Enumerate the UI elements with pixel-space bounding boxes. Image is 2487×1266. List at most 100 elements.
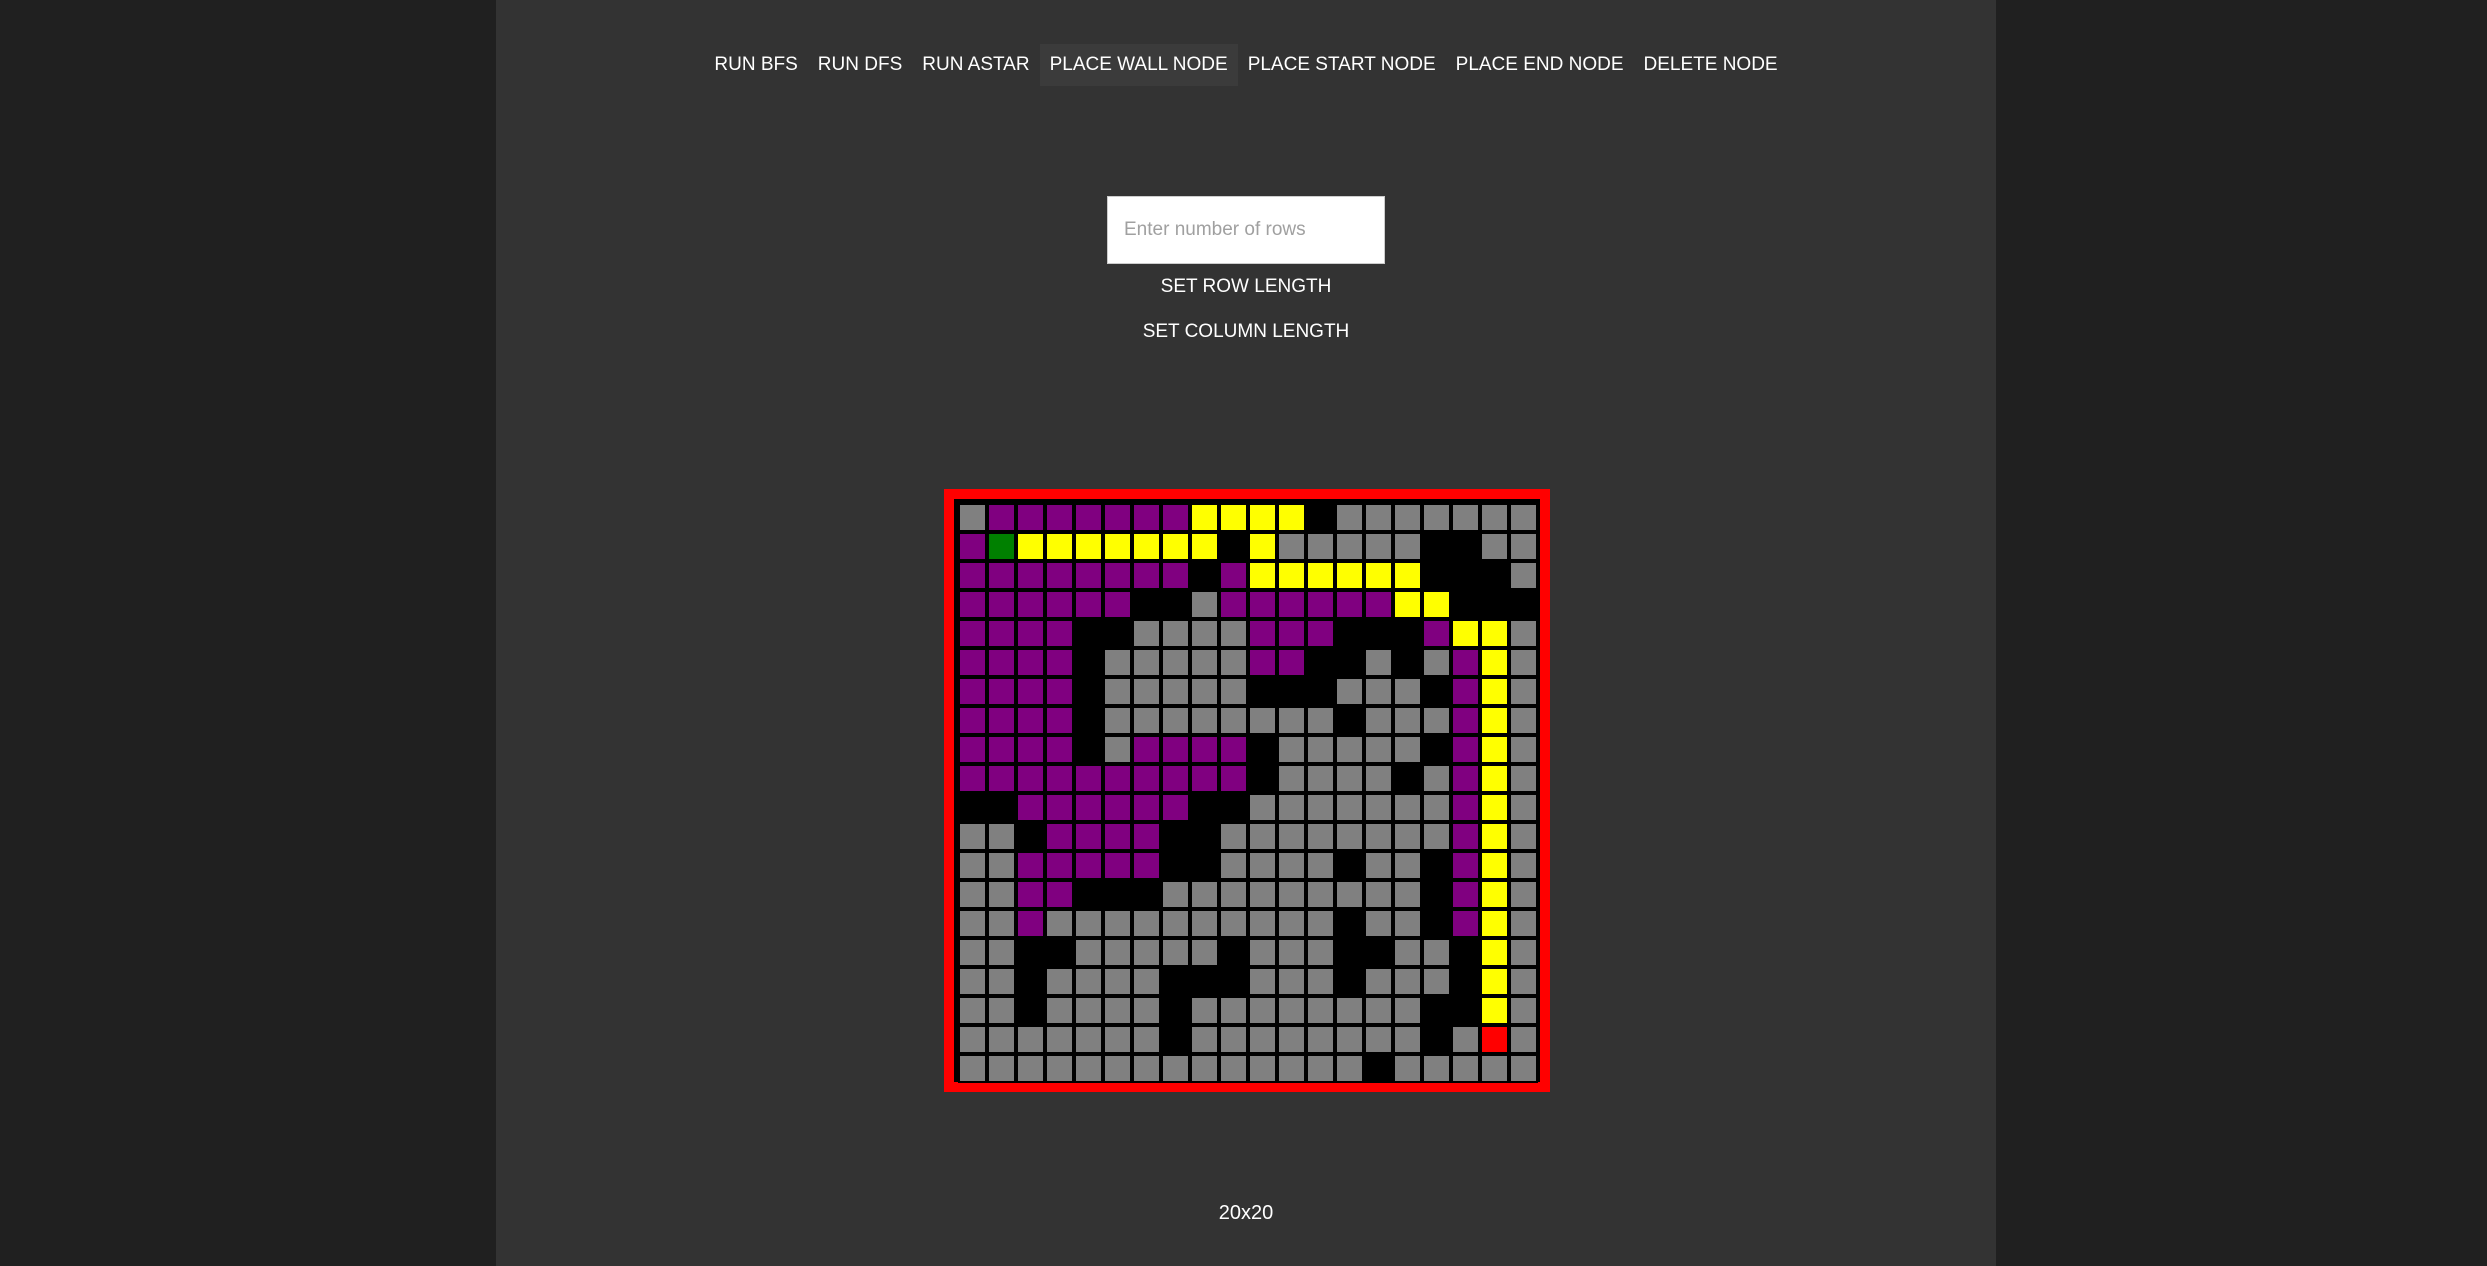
grid-cell-empty[interactable] (1306, 938, 1335, 967)
grid-cell-visited[interactable] (958, 532, 987, 561)
grid-cell-empty[interactable] (1509, 764, 1538, 793)
grid-cell-empty[interactable] (1248, 793, 1277, 822)
grid-cell-wall[interactable] (1161, 590, 1190, 619)
grid-cell-empty[interactable] (958, 909, 987, 938)
grid-cell-visited[interactable] (1451, 735, 1480, 764)
grid-cell-empty[interactable] (1074, 938, 1103, 967)
grid-cell-path[interactable] (1074, 532, 1103, 561)
grid-cell-empty[interactable] (1219, 909, 1248, 938)
set-column-length-button[interactable]: SET COLUMN LENGTH (496, 321, 1996, 343)
grid-cell-visited[interactable] (1103, 822, 1132, 851)
grid-cell-wall[interactable] (1190, 967, 1219, 996)
grid-cell-path[interactable] (1480, 909, 1509, 938)
grid-cell-path[interactable] (1480, 648, 1509, 677)
grid-cell-wall[interactable] (1219, 938, 1248, 967)
grid-cell-empty[interactable] (1132, 706, 1161, 735)
grid-cell-empty[interactable] (1161, 880, 1190, 909)
grid-cell-empty[interactable] (1277, 532, 1306, 561)
grid-cell-path[interactable] (1451, 619, 1480, 648)
grid-cell-empty[interactable] (1422, 503, 1451, 532)
grid-cell-empty[interactable] (1306, 706, 1335, 735)
grid-cell-visited[interactable] (1451, 677, 1480, 706)
grid-cell-wall[interactable] (1393, 764, 1422, 793)
grid-cell-empty[interactable] (1335, 764, 1364, 793)
grid-cell-path[interactable] (1480, 706, 1509, 735)
grid-cell-visited[interactable] (1451, 880, 1480, 909)
grid-cell-empty[interactable] (1364, 967, 1393, 996)
grid-cell-empty[interactable] (1161, 909, 1190, 938)
grid-cell-empty[interactable] (1016, 1054, 1045, 1083)
grid-cell-empty[interactable] (1364, 996, 1393, 1025)
grid-cell-empty[interactable] (1132, 1054, 1161, 1083)
grid-cell-visited[interactable] (1132, 764, 1161, 793)
grid-cell-empty[interactable] (1132, 909, 1161, 938)
grid-cell-visited[interactable] (1277, 619, 1306, 648)
grid-cell-empty[interactable] (1277, 735, 1306, 764)
grid-cell-empty[interactable] (1219, 996, 1248, 1025)
grid-cell-visited[interactable] (1422, 619, 1451, 648)
grid-cell-visited[interactable] (987, 648, 1016, 677)
grid-cell-empty[interactable] (1161, 1054, 1190, 1083)
grid-cell-wall[interactable] (1422, 851, 1451, 880)
grid-cell-empty[interactable] (1248, 880, 1277, 909)
grid-cell-path[interactable] (1045, 532, 1074, 561)
grid-cell-empty[interactable] (1277, 938, 1306, 967)
rows-input[interactable] (1107, 196, 1385, 264)
grid-cell-visited[interactable] (1045, 590, 1074, 619)
grid-cell-empty[interactable] (1103, 967, 1132, 996)
grid-cell-empty[interactable] (1509, 706, 1538, 735)
grid-cell-wall[interactable] (1364, 1054, 1393, 1083)
grid-cell-wall[interactable] (1016, 822, 1045, 851)
grid-cell-visited[interactable] (1451, 851, 1480, 880)
grid-cell-empty[interactable] (1219, 619, 1248, 648)
grid-cell-empty[interactable] (1045, 909, 1074, 938)
grid-cell-empty[interactable] (1132, 1025, 1161, 1054)
grid-cell-empty[interactable] (958, 996, 987, 1025)
grid-cell-wall[interactable] (1132, 880, 1161, 909)
grid-cell-empty[interactable] (1103, 996, 1132, 1025)
grid-cell-empty[interactable] (1306, 967, 1335, 996)
grid-cell-wall[interactable] (1248, 677, 1277, 706)
grid-cell-visited[interactable] (1045, 764, 1074, 793)
grid-cell-empty[interactable] (1190, 648, 1219, 677)
grid-cell-visited[interactable] (1219, 764, 1248, 793)
grid-cell-empty[interactable] (1103, 735, 1132, 764)
grid-cell-path[interactable] (1277, 561, 1306, 590)
grid-cell-visited[interactable] (1451, 793, 1480, 822)
grid-cell-visited[interactable] (1016, 619, 1045, 648)
grid-cell-visited[interactable] (1132, 503, 1161, 532)
grid-cell-empty[interactable] (1364, 851, 1393, 880)
grid-cell-wall[interactable] (1422, 561, 1451, 590)
grid-cell-visited[interactable] (1161, 793, 1190, 822)
grid-cell-path[interactable] (1480, 822, 1509, 851)
grid-cell-empty[interactable] (1422, 1054, 1451, 1083)
grid-cell-wall[interactable] (1335, 938, 1364, 967)
grid-cell-empty[interactable] (1451, 503, 1480, 532)
grid-cell-empty[interactable] (1045, 967, 1074, 996)
place-wall-node-button[interactable]: PLACE WALL NODE (1039, 44, 1238, 86)
grid-cell-path[interactable] (1103, 532, 1132, 561)
grid-cell-empty[interactable] (1335, 1025, 1364, 1054)
grid-cell-empty[interactable] (987, 1054, 1016, 1083)
grid-cell-path[interactable] (1480, 851, 1509, 880)
grid-cell-empty[interactable] (1306, 996, 1335, 1025)
grid-cell-empty[interactable] (1132, 619, 1161, 648)
grid-cell-wall[interactable] (1335, 967, 1364, 996)
grid-cell-empty[interactable] (1480, 532, 1509, 561)
grid-cell-empty[interactable] (1190, 1054, 1219, 1083)
grid-cell-empty[interactable] (1509, 909, 1538, 938)
grid-cell-visited[interactable] (1161, 561, 1190, 590)
run-dfs-button[interactable]: RUN DFS (808, 44, 912, 86)
grid-cell-empty[interactable] (1219, 648, 1248, 677)
grid-cell-empty[interactable] (1074, 967, 1103, 996)
grid-cell-empty[interactable] (1393, 909, 1422, 938)
grid-cell-visited[interactable] (1016, 677, 1045, 706)
grid-cell-path[interactable] (1335, 561, 1364, 590)
grid-cell-path[interactable] (1480, 967, 1509, 996)
grid-cell-empty[interactable] (1509, 561, 1538, 590)
grid-cell-end[interactable] (1480, 1025, 1509, 1054)
grid-cell-empty[interactable] (1364, 648, 1393, 677)
grid-cell-empty[interactable] (958, 880, 987, 909)
grid-cell-empty[interactable] (1306, 1054, 1335, 1083)
grid-cell-empty[interactable] (1364, 793, 1393, 822)
